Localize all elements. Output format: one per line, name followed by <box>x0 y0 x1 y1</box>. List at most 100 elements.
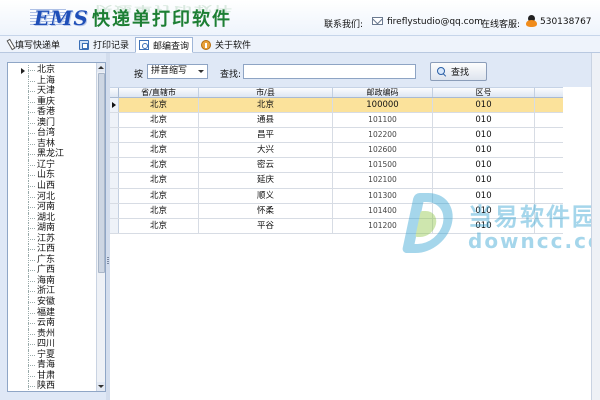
table-row[interactable]: 北京 密云 101500 010 <box>110 158 563 174</box>
column-header-province[interactable]: 省/直辖市 <box>119 88 199 97</box>
row-selector[interactable] <box>110 218 119 233</box>
tree-item-province[interactable]: 河北 <box>8 191 97 203</box>
column-header-areacode[interactable]: 区号 <box>433 88 535 97</box>
tree-item-province[interactable]: 甘肃 <box>8 370 97 382</box>
tree-item-province[interactable]: 贵州 <box>8 328 97 340</box>
scroll-down-icon[interactable] <box>97 382 105 391</box>
cell-zipcode[interactable]: 101400 <box>333 203 433 218</box>
tree-item-province[interactable]: 广东 <box>8 254 97 266</box>
cell-province[interactable]: 北京 <box>119 203 199 218</box>
tree-item-province[interactable]: 广西 <box>8 265 97 276</box>
tree-item-province[interactable]: 福建 <box>8 307 97 319</box>
cell-zipcode[interactable]: 102200 <box>333 128 433 143</box>
tree-item-province[interactable]: 澳门 <box>8 117 97 129</box>
cell-province[interactable]: 北京 <box>119 173 199 188</box>
cell-city[interactable]: 密云 <box>199 158 333 173</box>
cell-province[interactable]: 北京 <box>119 113 199 128</box>
search-mode-select[interactable]: 拼音缩写 <box>147 64 208 79</box>
tree-item-province[interactable]: 云南 <box>8 318 97 329</box>
table-row[interactable]: 北京 北京 100000 010 <box>110 98 563 114</box>
cell-zipcode[interactable]: 101200 <box>333 218 433 233</box>
tree-item-province[interactable]: 湖北 <box>8 212 97 224</box>
table-row[interactable]: 北京 怀柔 101400 010 <box>110 203 563 219</box>
tree-item-province[interactable]: 陕西 <box>8 381 97 391</box>
tree-item-province[interactable]: 湖南 <box>8 223 97 234</box>
tree-item-province[interactable]: 海南 <box>8 275 97 287</box>
cell-city[interactable]: 大兴 <box>199 143 333 158</box>
row-selector[interactable] <box>110 128 119 143</box>
row-selector[interactable] <box>110 188 119 203</box>
tree-item-province[interactable]: 黑龙江 <box>8 149 97 160</box>
cell-zipcode[interactable]: 102100 <box>333 173 433 188</box>
cell-areacode[interactable]: 010 <box>433 218 535 233</box>
tree-item-province[interactable]: 天津 <box>8 86 97 97</box>
tab-about[interactable]: 关于软件 <box>198 37 254 52</box>
cell-city[interactable]: 北京 <box>199 98 333 113</box>
cell-zipcode[interactable]: 102600 <box>333 143 433 158</box>
tree-item-province[interactable]: 安徽 <box>8 297 97 308</box>
contact-email-link[interactable]: fireflystudio@qq.com <box>387 17 483 27</box>
cell-city[interactable]: 通县 <box>199 113 333 128</box>
cell-province[interactable]: 北京 <box>119 188 199 203</box>
tree-item-province[interactable]: 山西 <box>8 181 97 192</box>
tree-item-province[interactable]: 浙江 <box>8 286 97 297</box>
tree-item-province[interactable]: 辽宁 <box>8 159 97 171</box>
cell-zipcode[interactable]: 100000 <box>333 98 433 113</box>
table-row[interactable]: 北京 平谷 101200 010 <box>110 218 563 234</box>
cell-areacode[interactable]: 010 <box>433 203 535 218</box>
cell-zipcode[interactable]: 101100 <box>333 113 433 128</box>
cell-province[interactable]: 北京 <box>119 98 199 113</box>
cell-city[interactable]: 昌平 <box>199 128 333 143</box>
cell-province[interactable]: 北京 <box>119 218 199 233</box>
cell-city[interactable]: 延庆 <box>199 173 333 188</box>
column-header-city[interactable]: 市/县 <box>199 88 333 97</box>
cell-zipcode[interactable]: 101300 <box>333 188 433 203</box>
tree-item-province[interactable]: 重庆 <box>8 96 97 108</box>
cell-areacode[interactable]: 010 <box>433 98 535 113</box>
cell-areacode[interactable]: 010 <box>433 158 535 173</box>
cell-areacode[interactable]: 010 <box>433 113 535 128</box>
cell-city[interactable]: 顺义 <box>199 188 333 203</box>
tab-print-records[interactable]: 打印记录 <box>76 37 132 52</box>
cell-areacode[interactable]: 010 <box>433 188 535 203</box>
cell-city[interactable]: 平谷 <box>199 218 333 233</box>
tree-item-province[interactable]: 山东 <box>8 170 97 181</box>
qq-number-link[interactable]: 530138767 <box>540 17 592 27</box>
row-selector[interactable] <box>110 143 119 158</box>
tab-zipcode-query[interactable]: 邮编查询 <box>135 37 194 53</box>
row-selector[interactable] <box>110 158 119 173</box>
cell-zipcode[interactable]: 101500 <box>333 158 433 173</box>
find-button[interactable]: 查找 <box>430 62 487 81</box>
table-row[interactable]: 北京 顺义 101300 010 <box>110 188 563 204</box>
tree-item-province[interactable]: 上海 <box>8 75 97 87</box>
tree-item-province[interactable]: 宁夏 <box>8 349 97 361</box>
table-row[interactable]: 北京 昌平 102200 010 <box>110 128 563 144</box>
tree-item-province[interactable]: 北京 <box>8 65 97 76</box>
row-selector[interactable] <box>110 98 119 113</box>
tree-item-province[interactable]: 吉林 <box>8 138 97 150</box>
tree-item-province[interactable]: 青海 <box>8 360 97 371</box>
row-selector[interactable] <box>110 113 119 128</box>
cell-province[interactable]: 北京 <box>119 128 199 143</box>
table-row[interactable]: 北京 通县 101100 010 <box>110 113 563 129</box>
search-input[interactable] <box>243 64 416 79</box>
tree-item-province[interactable]: 四川 <box>8 339 97 350</box>
row-selector[interactable] <box>110 173 119 188</box>
scroll-up-icon[interactable] <box>97 63 105 72</box>
cell-province[interactable]: 北京 <box>119 143 199 158</box>
tree-scrollbar[interactable] <box>96 63 105 391</box>
cell-province[interactable]: 北京 <box>119 158 199 173</box>
column-header-zipcode[interactable]: 邮政编码 <box>333 88 433 97</box>
content-scrollbar[interactable] <box>591 53 600 400</box>
tree-item-province[interactable]: 香港 <box>8 107 97 118</box>
cell-areacode[interactable]: 010 <box>433 128 535 143</box>
table-row[interactable]: 北京 延庆 102100 010 <box>110 173 563 189</box>
cell-areacode[interactable]: 010 <box>433 173 535 188</box>
mail-icon[interactable] <box>372 17 383 25</box>
tree-item-province[interactable]: 河南 <box>8 202 97 213</box>
tree-item-province[interactable]: 江西 <box>8 244 97 255</box>
row-selector[interactable] <box>110 203 119 218</box>
cell-city[interactable]: 怀柔 <box>199 203 333 218</box>
expand-arrow-icon[interactable] <box>21 68 25 74</box>
qq-icon[interactable] <box>526 15 537 27</box>
